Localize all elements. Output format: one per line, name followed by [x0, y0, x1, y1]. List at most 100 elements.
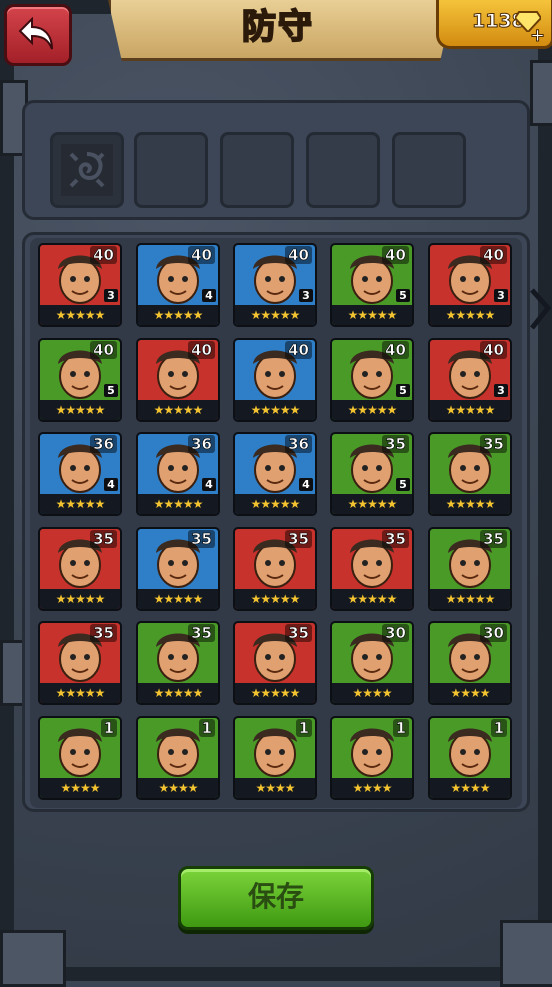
hero-star-rating: ★★★★★: [430, 400, 510, 420]
hero-level: 40: [382, 341, 409, 359]
hero-rank-badge: 3: [104, 289, 118, 302]
hero-rank-badge: 4: [202, 478, 216, 491]
hero-card[interactable]: 40 3 ★★★★★: [233, 243, 317, 327]
hero-card[interactable]: 40 ★★★★★: [233, 338, 317, 422]
hero-level: 36: [285, 435, 312, 453]
hero-star-rating: ★★★★★: [430, 494, 510, 514]
hero-rank-badge: 5: [396, 384, 410, 397]
spiral-rune-icon: [61, 144, 113, 196]
hero-level: 40: [285, 341, 312, 359]
hero-star-rating: ★★★★: [235, 778, 315, 798]
hero-card[interactable]: 36 4 ★★★★★: [38, 432, 122, 516]
hero-card[interactable]: 35 ★★★★★: [38, 621, 122, 705]
hero-level: 30: [480, 624, 507, 642]
hero-star-rating: ★★★★★: [332, 400, 412, 420]
defense-slot-5[interactable]: [392, 132, 466, 208]
add-gems-icon[interactable]: +: [529, 25, 545, 47]
hero-card[interactable]: 35 ★★★★★: [233, 527, 317, 611]
hero-card[interactable]: 35 ★★★★★: [428, 527, 512, 611]
hero-level: 40: [188, 341, 215, 359]
hero-rank-badge: 5: [396, 478, 410, 491]
save-button[interactable]: 保存: [178, 866, 374, 930]
hero-level: 1: [490, 719, 507, 737]
hero-card[interactable]: 35 5 ★★★★★: [330, 432, 414, 516]
hero-card[interactable]: 40 4 ★★★★★: [136, 243, 220, 327]
hero-star-rating: ★★★★: [430, 778, 510, 798]
hero-level: 40: [480, 341, 507, 359]
hero-card[interactable]: 1 ★★★★: [428, 716, 512, 800]
hero-star-rating: ★★★★★: [235, 400, 315, 420]
defense-slot-1[interactable]: [50, 132, 124, 208]
hero-card[interactable]: 36 4 ★★★★★: [233, 432, 317, 516]
hero-rank-badge: 3: [299, 289, 313, 302]
hero-star-rating: ★★★★★: [235, 589, 315, 609]
hero-card[interactable]: 1 ★★★★: [233, 716, 317, 800]
hero-card[interactable]: 36 4 ★★★★★: [136, 432, 220, 516]
hero-star-rating: ★★★★★: [332, 589, 412, 609]
hero-star-rating: ★★★★: [332, 683, 412, 703]
hero-star-rating: ★★★★★: [235, 305, 315, 325]
hero-star-rating: ★★★★★: [332, 305, 412, 325]
hero-card[interactable]: 1 ★★★★: [136, 716, 220, 800]
hero-card[interactable]: 35 ★★★★★: [136, 621, 220, 705]
hero-level: 40: [480, 246, 507, 264]
hero-level: 30: [382, 624, 409, 642]
frame-rock: [0, 930, 66, 987]
hero-star-rating: ★★★★★: [40, 494, 120, 514]
hero-card[interactable]: 40 5 ★★★★★: [38, 338, 122, 422]
hero-level: 40: [285, 246, 312, 264]
hero-level: 40: [188, 246, 215, 264]
hero-star-rating: ★★★★★: [138, 305, 218, 325]
back-button[interactable]: [4, 4, 72, 66]
hero-level: 40: [90, 341, 117, 359]
hero-card[interactable]: 30 ★★★★: [330, 621, 414, 705]
hero-rank-badge: 5: [396, 289, 410, 302]
hero-level: 1: [392, 719, 409, 737]
back-arrow-icon: [18, 17, 53, 50]
hero-level: 35: [382, 435, 409, 453]
hero-star-rating: ★★★★★: [138, 400, 218, 420]
hero-card[interactable]: 40 3 ★★★★★: [428, 243, 512, 327]
hero-card[interactable]: 35 ★★★★★: [330, 527, 414, 611]
hero-card[interactable]: 35 ★★★★★: [136, 527, 220, 611]
hero-star-rating: ★★★★★: [235, 494, 315, 514]
hero-level: 35: [188, 530, 215, 548]
hero-card[interactable]: 35 ★★★★★: [38, 527, 122, 611]
hero-card[interactable]: 40 3 ★★★★★: [428, 338, 512, 422]
hero-level: 1: [100, 719, 117, 737]
hero-rank-badge: 4: [104, 478, 118, 491]
hero-star-rating: ★★★★★: [332, 494, 412, 514]
hero-star-rating: ★★★★★: [235, 683, 315, 703]
hero-card[interactable]: 1 ★★★★: [330, 716, 414, 800]
hero-star-rating: ★★★★★: [40, 589, 120, 609]
hero-card[interactable]: 35 ★★★★★: [428, 432, 512, 516]
hero-star-rating: ★★★★: [430, 683, 510, 703]
hero-star-rating: ★★★★★: [40, 400, 120, 420]
hero-star-rating: ★★★★: [332, 778, 412, 798]
hero-level: 35: [480, 530, 507, 548]
defense-slot-2[interactable]: [134, 132, 208, 208]
defense-slot-4[interactable]: [306, 132, 380, 208]
hero-card[interactable]: 35 ★★★★★: [233, 621, 317, 705]
hero-card[interactable]: 40 5 ★★★★★: [330, 338, 414, 422]
hero-level: 35: [285, 530, 312, 548]
frame-rock: [530, 60, 552, 126]
hero-star-rating: ★★★★★: [138, 683, 218, 703]
hero-level: 36: [90, 435, 117, 453]
hero-card[interactable]: 40 3 ★★★★★: [38, 243, 122, 327]
hero-level: 36: [188, 435, 215, 453]
hero-star-rating: ★★★★★: [138, 494, 218, 514]
side-chain-icon: [530, 288, 552, 330]
hero-level: 1: [295, 719, 312, 737]
hero-level: 35: [90, 624, 117, 642]
hero-card[interactable]: 40 ★★★★★: [136, 338, 220, 422]
hero-star-rating: ★★★★★: [430, 589, 510, 609]
hero-card[interactable]: 40 5 ★★★★★: [330, 243, 414, 327]
hero-star-rating: ★★★★★: [40, 683, 120, 703]
hero-card[interactable]: 30 ★★★★: [428, 621, 512, 705]
defense-slot-3[interactable]: [220, 132, 294, 208]
hero-card[interactable]: 1 ★★★★: [38, 716, 122, 800]
hero-star-rating: ★★★★: [40, 778, 120, 798]
hero-level: 35: [188, 624, 215, 642]
hero-rank-badge: 4: [202, 289, 216, 302]
